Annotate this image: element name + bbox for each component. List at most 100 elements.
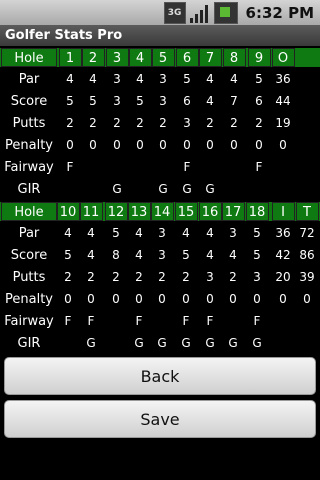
stat-cell[interactable]: 2 — [223, 114, 245, 133]
stat-cell[interactable]: 2 — [106, 114, 128, 133]
stat-cell[interactable] — [106, 158, 128, 177]
stat-cell[interactable]: F — [246, 312, 268, 331]
stat-cell[interactable]: 5 — [82, 92, 104, 111]
stat-cell[interactable]: 3 — [199, 268, 221, 287]
stat-cell[interactable]: 2 — [82, 114, 104, 133]
stat-cell[interactable]: 0 — [151, 290, 173, 309]
stat-cell[interactable]: 4 — [199, 70, 221, 89]
stat-cell[interactable]: 0 — [296, 290, 318, 309]
stat-cell[interactable] — [129, 180, 151, 199]
stat-cell[interactable]: G — [222, 334, 244, 353]
stat-cell[interactable]: 5 — [57, 246, 79, 265]
stat-cell[interactable]: 0 — [248, 136, 270, 155]
stat-cell[interactable]: 3 — [152, 70, 174, 89]
stat-cell[interactable]: 0 — [106, 136, 128, 155]
stat-cell[interactable]: 0 — [105, 290, 127, 309]
stat-cell[interactable]: 4 — [199, 224, 221, 243]
stat-cell[interactable] — [57, 334, 79, 353]
stat-cell[interactable]: 8 — [105, 246, 127, 265]
stat-cell[interactable]: 0 — [57, 290, 79, 309]
stat-cell[interactable]: F — [175, 312, 197, 331]
stat-cell[interactable]: 3 — [246, 268, 268, 287]
stat-cell[interactable] — [223, 158, 245, 177]
stat-cell[interactable]: 3 — [151, 224, 173, 243]
stat-cell[interactable]: 4 — [57, 224, 79, 243]
stat-cell[interactable] — [248, 180, 270, 199]
stat-cell[interactable]: 5 — [176, 70, 198, 89]
stat-cell[interactable] — [129, 158, 151, 177]
stat-cell[interactable] — [272, 158, 294, 177]
stat-cell[interactable]: 5 — [129, 92, 151, 111]
stat-cell[interactable]: 4 — [199, 246, 221, 265]
stat-cell[interactable]: 36 — [272, 224, 294, 243]
stat-cell[interactable]: 20 — [272, 268, 294, 287]
stat-cell[interactable]: G — [175, 334, 197, 353]
stat-cell[interactable]: 5 — [248, 70, 270, 89]
stat-cell[interactable] — [199, 158, 221, 177]
stat-cell[interactable]: 5 — [59, 92, 81, 111]
stat-cell[interactable]: 2 — [105, 268, 127, 287]
stat-cell[interactable]: F — [59, 158, 81, 177]
stat-cell[interactable]: 3 — [222, 224, 244, 243]
stat-cell[interactable]: 2 — [80, 268, 102, 287]
stat-cell[interactable] — [296, 334, 318, 353]
stat-cell[interactable]: 0 — [223, 136, 245, 155]
stat-cell[interactable] — [82, 180, 104, 199]
stat-cell[interactable]: 2 — [222, 268, 244, 287]
stat-cell[interactable]: 2 — [199, 114, 221, 133]
stat-cell[interactable]: 3 — [106, 92, 128, 111]
stat-cell[interactable]: 0 — [129, 136, 151, 155]
stat-cell[interactable]: 4 — [129, 70, 151, 89]
stat-cell[interactable]: 4 — [222, 246, 244, 265]
stat-cell[interactable]: G — [199, 334, 221, 353]
stat-cell[interactable]: G — [176, 180, 198, 199]
stat-cell[interactable] — [223, 180, 245, 199]
stat-cell[interactable]: F — [80, 312, 102, 331]
stat-cell[interactable]: F — [248, 158, 270, 177]
stat-cell[interactable]: G — [106, 180, 128, 199]
stat-cell[interactable]: 2 — [129, 114, 151, 133]
stat-cell[interactable]: 4 — [175, 224, 197, 243]
stat-cell[interactable] — [272, 180, 294, 199]
stat-cell[interactable]: 7 — [223, 92, 245, 111]
stat-cell[interactable]: 6 — [176, 92, 198, 111]
stat-cell[interactable]: 72 — [296, 224, 318, 243]
stat-cell[interactable]: 4 — [223, 70, 245, 89]
stat-cell[interactable]: 2 — [128, 268, 150, 287]
stat-cell[interactable]: F — [199, 312, 221, 331]
stat-cell[interactable]: G — [80, 334, 102, 353]
stat-cell[interactable] — [82, 158, 104, 177]
stat-cell[interactable]: 4 — [59, 70, 81, 89]
stat-cell[interactable]: 5 — [175, 246, 197, 265]
stat-cell[interactable]: 36 — [272, 70, 294, 89]
stat-cell[interactable]: 4 — [199, 92, 221, 111]
stat-cell[interactable] — [296, 312, 318, 331]
stat-cell[interactable] — [105, 334, 127, 353]
stat-cell[interactable]: 3 — [151, 246, 173, 265]
stat-cell[interactable]: 0 — [82, 136, 104, 155]
stat-cell[interactable]: G — [151, 334, 173, 353]
stat-cell[interactable] — [105, 312, 127, 331]
stat-cell[interactable]: 3 — [176, 114, 198, 133]
stat-cell[interactable]: 5 — [246, 224, 268, 243]
stat-cell[interactable]: 3 — [106, 70, 128, 89]
stat-cell[interactable]: F — [57, 312, 79, 331]
stat-cell[interactable]: 3 — [152, 92, 174, 111]
stat-cell[interactable]: 44 — [272, 92, 294, 111]
stat-cell[interactable]: 0 — [175, 290, 197, 309]
stat-cell[interactable]: 2 — [175, 268, 197, 287]
stat-cell[interactable]: G — [128, 334, 150, 353]
stat-cell[interactable] — [272, 312, 294, 331]
stat-cell[interactable]: G — [199, 180, 221, 199]
stat-cell[interactable]: 0 — [246, 290, 268, 309]
stat-cell[interactable]: 0 — [222, 290, 244, 309]
back-button[interactable]: Back — [4, 357, 316, 395]
stat-cell[interactable] — [59, 180, 81, 199]
stat-cell[interactable]: 0 — [272, 290, 294, 309]
stat-cell[interactable]: 4 — [128, 224, 150, 243]
stat-cell[interactable]: 0 — [272, 136, 294, 155]
stat-cell[interactable] — [151, 312, 173, 331]
stat-cell[interactable]: F — [128, 312, 150, 331]
stat-cell[interactable]: 0 — [199, 136, 221, 155]
stat-cell[interactable]: 86 — [296, 246, 318, 265]
